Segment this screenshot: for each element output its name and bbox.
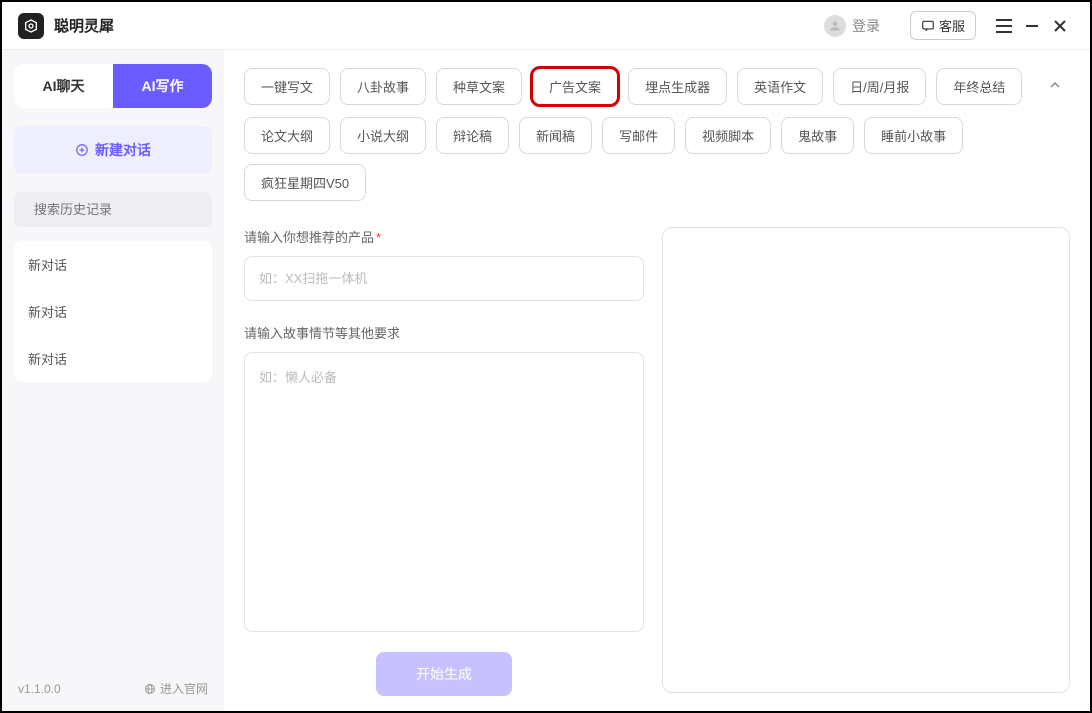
customer-service-button[interactable]: 客服 (910, 11, 976, 40)
minimize-button[interactable] (1018, 12, 1046, 40)
template-pill[interactable]: 埋点生成器 (628, 68, 727, 105)
template-row-2: 论文大纲小说大纲辩论稿新闻稿写邮件视频脚本鬼故事睡前小故事疯狂星期四V50 (244, 117, 1030, 201)
version-label: v1.1.0.0 (18, 682, 61, 696)
template-pill[interactable]: 一键写文 (244, 68, 330, 105)
detail-label: 请输入故事情节等其他要求 (244, 323, 644, 342)
template-pill[interactable]: 写邮件 (602, 117, 675, 154)
avatar-placeholder-icon (824, 15, 846, 37)
search-input[interactable] (34, 202, 210, 217)
template-pill[interactable]: 睡前小故事 (864, 117, 963, 154)
template-pill[interactable]: 广告文案 (532, 68, 618, 105)
template-pill[interactable]: 辩论稿 (436, 117, 509, 154)
menu-button[interactable] (990, 12, 1018, 40)
sidebar: AI聊天 AI写作 新建对话 新对话 新对话 新对话 v1.1.0.0 进入官网 (2, 50, 224, 711)
app-title: 聪明灵犀 (54, 15, 114, 36)
chat-item[interactable]: 新对话 (14, 288, 212, 335)
globe-icon (144, 683, 156, 695)
login-label: 登录 (852, 16, 880, 36)
titlebar: 聪明灵犀 登录 客服 (2, 2, 1090, 50)
minimize-icon (1024, 18, 1040, 34)
close-icon (1052, 18, 1068, 34)
chat-list: 新对话 新对话 新对话 (14, 241, 212, 382)
menu-icon (996, 19, 1012, 33)
plus-icon (75, 143, 89, 157)
template-pill[interactable]: 鬼故事 (781, 117, 854, 154)
official-site-label: 进入官网 (160, 680, 208, 697)
collapse-button[interactable] (1040, 70, 1070, 100)
chat-icon (921, 19, 935, 33)
chat-item[interactable]: 新对话 (14, 335, 212, 382)
login-area[interactable]: 登录 (824, 15, 880, 37)
cs-label: 客服 (939, 16, 965, 35)
template-pill[interactable]: 疯狂星期四V50 (244, 164, 366, 201)
template-pill[interactable]: 视频脚本 (685, 117, 771, 154)
close-button[interactable] (1046, 12, 1074, 40)
mode-write-tab[interactable]: AI写作 (113, 64, 212, 108)
generate-button[interactable]: 开始生成 (376, 652, 512, 696)
content-row: 请输入你想推荐的产品* 请输入故事情节等其他要求 开始生成 (244, 227, 1070, 693)
template-pill[interactable]: 英语作文 (737, 68, 823, 105)
template-pill[interactable]: 种草文案 (436, 68, 522, 105)
input-column: 请输入你想推荐的产品* 请输入故事情节等其他要求 开始生成 (244, 227, 644, 693)
new-chat-button[interactable]: 新建对话 (14, 126, 212, 174)
sidebar-footer: v1.1.0.0 进入官网 (14, 674, 212, 703)
template-pill[interactable]: 日/周/月报 (833, 68, 926, 105)
template-row-1: 一键写文八卦故事种草文案广告文案埋点生成器英语作文日/周/月报年终总结 (244, 68, 1030, 105)
product-input[interactable] (244, 256, 644, 301)
template-bar: 一键写文八卦故事种草文案广告文案埋点生成器英语作文日/周/月报年终总结 论文大纲… (244, 68, 1070, 201)
app-logo (18, 13, 44, 39)
template-pill[interactable]: 新闻稿 (519, 117, 592, 154)
mode-toggle: AI聊天 AI写作 (14, 64, 212, 108)
mode-chat-tab[interactable]: AI聊天 (14, 64, 113, 108)
product-label: 请输入你想推荐的产品* (244, 227, 644, 246)
template-pill[interactable]: 年终总结 (936, 68, 1022, 105)
template-pill[interactable]: 小说大纲 (340, 117, 426, 154)
detail-textarea[interactable] (244, 352, 644, 632)
chevron-up-icon (1047, 77, 1063, 93)
template-pill[interactable]: 论文大纲 (244, 117, 330, 154)
chat-item[interactable]: 新对话 (14, 241, 212, 288)
template-pill[interactable]: 八卦故事 (340, 68, 426, 105)
search-box[interactable] (14, 192, 212, 227)
main: 一键写文八卦故事种草文案广告文案埋点生成器英语作文日/周/月报年终总结 论文大纲… (224, 50, 1090, 711)
official-site-link[interactable]: 进入官网 (144, 680, 208, 697)
output-panel (662, 227, 1070, 693)
new-chat-label: 新建对话 (95, 140, 151, 160)
